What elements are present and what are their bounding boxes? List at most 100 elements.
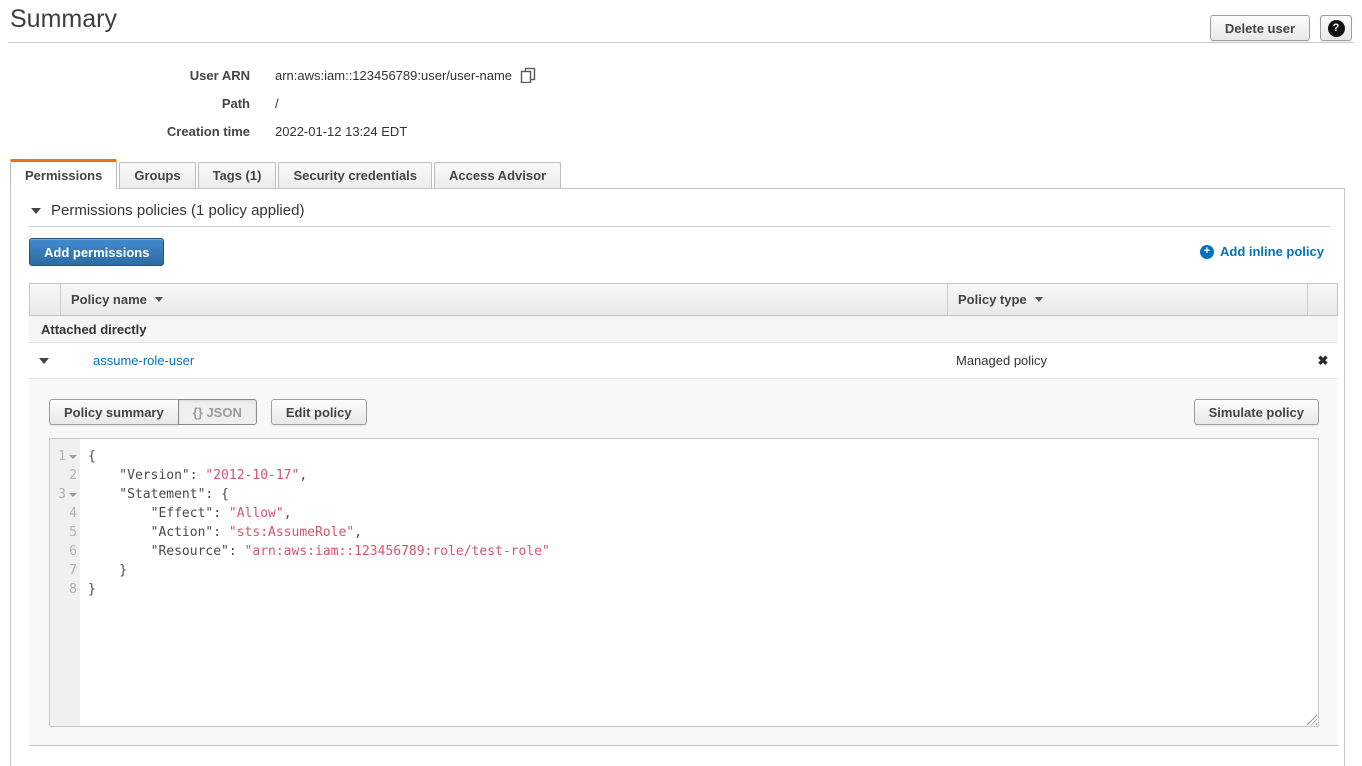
- creation-time-label: Creation time: [0, 124, 250, 139]
- editor-line: 2 "Version": "2012-10-17",: [50, 466, 1318, 485]
- sort-caret-icon: [155, 297, 163, 302]
- header-expand-column: [30, 284, 60, 315]
- code-token: "Resource":: [88, 544, 245, 559]
- tab-tags[interactable]: Tags (1): [198, 162, 277, 188]
- row-expand-toggle[interactable]: [29, 358, 59, 364]
- add-inline-policy-label: Add inline policy: [1220, 244, 1324, 259]
- policy-type-value: Managed policy: [946, 353, 1308, 368]
- line-number: 4: [50, 504, 80, 523]
- line-number-text: 3: [58, 485, 66, 504]
- code-line: {: [80, 447, 96, 466]
- code-token: "Version":: [88, 468, 205, 483]
- tab-security-credentials[interactable]: Security credentials: [278, 162, 432, 188]
- code-token: "Action":: [88, 525, 229, 540]
- line-number: 2: [50, 466, 80, 485]
- editor-line: 5 "Action": "sts:AssumeRole",: [50, 523, 1318, 542]
- user-arn-text: arn:aws:iam::123456789:user/user-name: [275, 68, 512, 83]
- header-actions: Delete user ?: [1210, 15, 1352, 41]
- editor-line: 7 }: [50, 561, 1318, 580]
- plus-circle-icon: +: [1200, 245, 1214, 259]
- editor-line: 6 "Resource": "arn:aws:iam::123456789:ro…: [50, 542, 1318, 561]
- add-permissions-button[interactable]: Add permissions: [29, 238, 164, 266]
- code-string-token: "sts:AssumeRole": [229, 525, 354, 540]
- line-number: 7: [50, 561, 80, 580]
- code-line: }: [80, 561, 127, 580]
- code-line: "Statement": {: [80, 485, 229, 504]
- code-line: "Version": "2012-10-17",: [80, 466, 307, 485]
- editor-line: 8 }: [50, 580, 1318, 599]
- policy-table-header: Policy name Policy type: [29, 283, 1338, 316]
- code-token: ,: [299, 468, 307, 483]
- policy-detail-toolbar: Policy summary {} JSON Edit policy Simul…: [49, 399, 1319, 425]
- line-number-text: 4: [69, 504, 77, 523]
- policy-table: Policy name Policy type Attached directl…: [29, 283, 1338, 746]
- tab-permissions[interactable]: Permissions: [10, 159, 117, 189]
- line-number-text: 7: [69, 561, 77, 580]
- permissions-policies-heading: Permissions policies (1 policy applied): [51, 202, 304, 219]
- copy-icon[interactable]: [520, 67, 536, 83]
- user-arn-value: arn:aws:iam::123456789:user/user-name: [275, 67, 536, 83]
- header-divider: [8, 42, 1354, 43]
- code-token: "Statement": {: [88, 487, 229, 502]
- editor-line: 4 "Effect": "Allow",: [50, 504, 1318, 523]
- code-token: }: [88, 563, 127, 578]
- policy-type-header-label: Policy type: [958, 292, 1027, 307]
- fold-caret-icon[interactable]: [69, 493, 77, 497]
- sort-caret-icon: [1035, 297, 1043, 302]
- line-number-text: 5: [69, 523, 77, 542]
- editor-line: 1 {: [50, 447, 1318, 466]
- line-number: 8: [50, 580, 80, 599]
- creation-time-value: 2022-01-12 13:24 EDT: [275, 124, 407, 139]
- editor-lines: 1 { 2 "Version": "2012-10-17",: [50, 439, 1318, 599]
- path-value: /: [275, 96, 279, 111]
- header-actions-column: [1307, 284, 1337, 315]
- policy-name-link[interactable]: assume-role-user: [59, 353, 946, 368]
- editor-resize-handle[interactable]: [1306, 714, 1317, 725]
- detach-policy-x-icon[interactable]: ✖: [1308, 353, 1338, 369]
- detail-row-user-arn: User ARN arn:aws:iam::123456789:user/use…: [0, 66, 536, 84]
- permissions-tab-panel: Permissions policies (1 policy applied) …: [10, 188, 1345, 766]
- help-button[interactable]: ?: [1320, 15, 1352, 41]
- policy-table-row: assume-role-user Managed policy ✖: [29, 343, 1338, 379]
- attached-directly-group-row: Attached directly: [29, 316, 1338, 343]
- tab-groups[interactable]: Groups: [119, 162, 195, 188]
- json-view-button[interactable]: {} JSON: [178, 399, 257, 425]
- code-string-token: "2012-10-17": [205, 468, 299, 483]
- line-number-text: 8: [69, 580, 77, 599]
- page-title: Summary: [10, 5, 117, 34]
- line-number-text: 2: [69, 466, 77, 485]
- policy-name-header-label: Policy name: [71, 292, 147, 307]
- permissions-policies-section-toggle[interactable]: Permissions policies (1 policy applied): [31, 202, 304, 219]
- line-number: 1: [50, 447, 80, 466]
- tab-bar: Permissions Groups Tags (1) Security cre…: [10, 159, 561, 189]
- user-arn-label: User ARN: [0, 68, 250, 83]
- policy-type-column-header[interactable]: Policy type: [947, 284, 1307, 315]
- code-token: }: [88, 582, 96, 597]
- detail-row-creation-time: Creation time 2022-01-12 13:24 EDT: [0, 122, 536, 140]
- code-line: "Resource": "arn:aws:iam::123456789:role…: [80, 542, 550, 561]
- delete-user-button[interactable]: Delete user: [1210, 15, 1310, 41]
- policy-summary-button[interactable]: Policy summary: [49, 399, 179, 425]
- line-number: 5: [50, 523, 80, 542]
- policy-name-column-header[interactable]: Policy name: [60, 284, 947, 315]
- edit-policy-button[interactable]: Edit policy: [271, 399, 367, 425]
- tab-access-advisor[interactable]: Access Advisor: [434, 162, 561, 188]
- policy-json-editor[interactable]: 1 { 2 "Version": "2012-10-17",: [49, 438, 1319, 727]
- row-caret-down-icon: [39, 358, 49, 364]
- code-token: {: [88, 449, 96, 464]
- add-inline-policy-link[interactable]: + Add inline policy: [1200, 244, 1324, 259]
- code-line: "Action": "sts:AssumeRole",: [80, 523, 362, 542]
- code-token: ,: [284, 506, 292, 521]
- fold-caret-icon[interactable]: [69, 455, 77, 459]
- code-token: ,: [354, 525, 362, 540]
- policy-detail-expanded-area: Policy summary {} JSON Edit policy Simul…: [29, 379, 1338, 746]
- code-token: "Effect":: [88, 506, 229, 521]
- detail-row-path: Path /: [0, 94, 536, 112]
- code-line: }: [80, 580, 96, 599]
- question-icon: ?: [1328, 20, 1345, 37]
- line-number-text: 6: [69, 542, 77, 561]
- line-number-text: 1: [58, 447, 66, 466]
- editor-line: 3 "Statement": {: [50, 485, 1318, 504]
- simulate-policy-button[interactable]: Simulate policy: [1194, 399, 1319, 425]
- user-details: User ARN arn:aws:iam::123456789:user/use…: [0, 66, 536, 150]
